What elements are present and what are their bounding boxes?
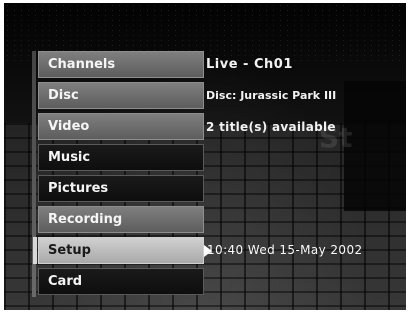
- menu-item-music[interactable]: Music: [38, 144, 204, 171]
- menu-item-setup[interactable]: Setup: [33, 237, 212, 264]
- main-menu: Channels Disc Video Music Pictures Recor…: [33, 51, 212, 299]
- menu-item-label: Pictures: [48, 181, 109, 196]
- menu-item-label: Setup: [48, 243, 91, 258]
- menu-item-disc[interactable]: Disc: [38, 82, 204, 109]
- disc-title-label: Disc: Jurassic Park III: [206, 89, 337, 102]
- background-dark-panel: [344, 81, 406, 211]
- menu-item-label: Video: [48, 119, 90, 134]
- menu-item-label: Channels: [48, 57, 116, 72]
- tv-menu-screen: St Channels Disc Video Music Pictures Re…: [4, 3, 406, 310]
- menu-item-card[interactable]: Card: [38, 268, 204, 295]
- menu-item-label: Recording: [48, 212, 123, 227]
- menu-item-channels[interactable]: Channels: [38, 51, 204, 78]
- menu-item-pictures[interactable]: Pictures: [38, 175, 204, 202]
- titles-available-label: 2 title(s) available: [206, 120, 336, 134]
- menu-item-recording[interactable]: Recording: [38, 206, 204, 233]
- live-channel-label: Live - Ch01: [206, 57, 293, 72]
- menu-item-label: Disc: [48, 88, 79, 103]
- menu-item-video[interactable]: Video: [38, 113, 204, 140]
- menu-item-label: Music: [48, 150, 91, 165]
- menu-item-label: Card: [48, 274, 83, 289]
- clock-display: 10:40 Wed 15-May 2002: [207, 243, 363, 257]
